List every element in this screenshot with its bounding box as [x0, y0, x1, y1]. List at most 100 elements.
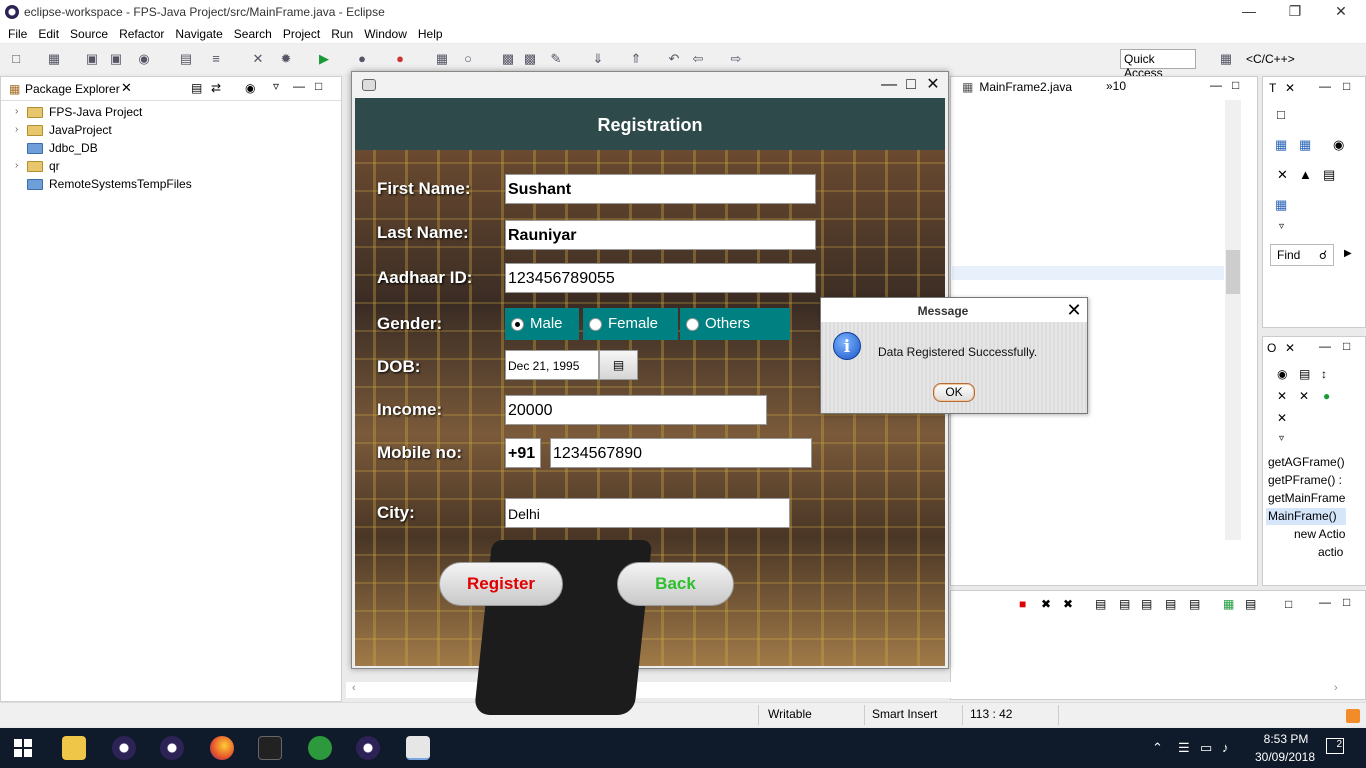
hide-fields-icon[interactable]: ◉ — [1277, 367, 1287, 381]
minimize-view-icon[interactable]: — — [1319, 339, 1331, 353]
categorized-icon[interactable]: ▦ — [1275, 137, 1287, 153]
tray-chevron-icon[interactable]: ⌃ — [1152, 740, 1163, 756]
forward-icon[interactable]: ⇨ — [728, 51, 744, 67]
quick-access-field[interactable]: Quick Access — [1120, 49, 1196, 80]
external-tools-icon[interactable]: ● — [392, 51, 408, 67]
mobile-field[interactable]: 1234567890 — [550, 438, 812, 468]
new-class-icon[interactable]: ○ — [460, 51, 476, 67]
hide-local-types-icon[interactable]: ✕ — [1277, 411, 1287, 425]
search-icon[interactable]: ✎ — [548, 51, 564, 67]
aadhaar-field[interactable]: 123456789055 — [505, 263, 816, 293]
calendar-picker-button[interactable]: ▤ — [599, 350, 638, 380]
maximize-view-icon[interactable]: □ — [1343, 339, 1350, 353]
tree-item-fps-java-project[interactable]: › FPS-Java Project — [15, 103, 142, 121]
remove-launch-icon[interactable]: ✖ — [1041, 597, 1051, 611]
tasks-icon[interactable]: ≡ — [208, 51, 224, 67]
maximize-view-icon[interactable]: □ — [315, 79, 322, 93]
first-name-field[interactable]: Sushant — [505, 174, 816, 204]
expand-arrow-icon[interactable]: › — [15, 121, 25, 139]
collapse-all-icon[interactable]: ▤ — [191, 81, 202, 95]
view-menu-icon[interactable]: ▿ — [273, 79, 279, 93]
editor-maximize-icon[interactable]: □ — [1232, 78, 1239, 92]
menu-source[interactable]: Source — [70, 27, 108, 41]
wifi-icon[interactable]: ☰ — [1178, 740, 1190, 756]
outline-item[interactable]: getMainFrame — [1268, 491, 1345, 505]
gender-female-radio[interactable]: Female — [583, 308, 678, 340]
sort-icon[interactable]: ↕ — [1321, 367, 1327, 381]
remove-all-icon[interactable]: ✖ — [1063, 597, 1073, 611]
minimize-view-icon[interactable]: — — [293, 79, 305, 93]
outline-item[interactable]: actio — [1318, 545, 1343, 559]
collapse-icon[interactable]: ▤ — [1299, 367, 1310, 381]
gender-male-radio[interactable]: Male — [505, 308, 579, 340]
minimize-view-icon[interactable]: — — [1319, 79, 1331, 93]
coverage-icon[interactable]: ● — [354, 51, 370, 67]
utorrent-icon[interactable] — [308, 736, 332, 760]
close-view-icon[interactable]: ✕ — [1285, 81, 1295, 95]
terminate-icon[interactable]: ■ — [1019, 597, 1026, 611]
hide-completed-icon[interactable]: ✕ — [1277, 167, 1288, 183]
save-icon[interactable]: ▣ — [84, 51, 100, 67]
new-console-icon[interactable]: □ — [1285, 597, 1292, 611]
cpp-perspective-button[interactable]: <C/C++> — [1246, 49, 1295, 69]
link-editor-icon[interactable]: ⇄ — [211, 81, 221, 95]
open-type-icon[interactable]: ▩ — [500, 51, 516, 67]
open-console-icon[interactable]: ▦ — [1223, 597, 1234, 611]
firefox-icon[interactable] — [210, 736, 234, 760]
tree-item-javaproject[interactable]: › JavaProject — [15, 121, 112, 139]
city-field[interactable]: Delhi — [505, 498, 790, 528]
show-console-icon[interactable]: ▤ — [1189, 597, 1200, 611]
menu-file[interactable]: File — [8, 27, 27, 41]
skip-breakpoints-icon[interactable]: ✕ — [250, 51, 266, 67]
expand-arrow-icon[interactable]: › — [15, 157, 25, 175]
file-explorer-icon[interactable] — [62, 736, 86, 760]
eclipse-taskbar-icon-3[interactable] — [356, 736, 380, 760]
close-view-icon[interactable]: ✕ — [121, 80, 132, 96]
console-icon[interactable]: ▤ — [178, 51, 194, 67]
menu-help[interactable]: Help — [418, 27, 443, 41]
find-task-field[interactable]: Find ☌ — [1270, 244, 1334, 266]
scroll-lock-icon[interactable]: ▤ — [1095, 597, 1106, 611]
reg-close-button[interactable]: ✕ — [922, 74, 944, 96]
ok-button[interactable]: OK — [933, 383, 975, 402]
tree-item-qr[interactable]: › qr — [15, 157, 60, 175]
hide-static-icon[interactable]: ✕ — [1277, 389, 1287, 403]
outline-item-selected[interactable]: MainFrame() — [1268, 509, 1337, 523]
new-icon[interactable]: □ — [8, 51, 24, 67]
editor-minimize-icon[interactable]: — — [1210, 78, 1222, 92]
hide-nonpublic-icon[interactable]: ✕ — [1299, 389, 1309, 403]
save-all-icon[interactable]: ▣ — [108, 51, 124, 67]
sync-icon[interactable]: ▦ — [1275, 197, 1287, 213]
mysql-icon[interactable] — [258, 736, 282, 760]
last-edit-icon[interactable]: ↶ — [666, 51, 682, 67]
expand-arrow-icon[interactable]: › — [15, 103, 25, 121]
tree-item-remotesystemstempfiles[interactable]: RemoteSystemsTempFiles — [15, 175, 192, 193]
run-icon[interactable]: ▶ — [316, 51, 332, 67]
collapse-tasks-icon[interactable]: ▤ — [1323, 167, 1335, 183]
word-wrap-icon[interactable]: ▤ — [1119, 597, 1130, 611]
windows-start-icon[interactable] — [14, 739, 32, 757]
scheduled-icon[interactable]: ▦ — [1299, 137, 1311, 153]
scroll-right-icon[interactable]: › — [1334, 682, 1338, 694]
close-view-icon[interactable]: ✕ — [1285, 341, 1295, 355]
volume-icon[interactable]: ♪ — [1222, 740, 1229, 755]
maximize-view-icon[interactable]: □ — [1343, 595, 1350, 609]
editor-scroll-thumb[interactable] — [1226, 250, 1240, 294]
back-icon[interactable]: ⇦ — [690, 51, 706, 67]
open-perspective-icon[interactable]: ▦ — [1218, 51, 1234, 67]
menu-navigate[interactable]: Navigate — [175, 27, 222, 41]
reg-maximize-button[interactable]: □ — [900, 74, 922, 96]
menu-project[interactable]: Project — [283, 27, 320, 41]
editor-vertical-scrollbar[interactable] — [1225, 100, 1241, 540]
gender-others-radio[interactable]: Others — [680, 308, 790, 340]
taskbar-clock-time[interactable]: 8:53 PM — [1256, 732, 1316, 746]
debug-icon[interactable]: ✹ — [278, 51, 294, 67]
menu-window[interactable]: Window — [364, 27, 407, 41]
close-button[interactable]: ✕ — [1318, 0, 1364, 24]
message-close-button[interactable]: ✕ — [1063, 299, 1085, 321]
register-button[interactable]: Register — [439, 562, 563, 606]
debug-profile-icon[interactable]: ◉ — [136, 51, 152, 67]
pin-console-icon[interactable]: ▤ — [1165, 597, 1176, 611]
menu-run[interactable]: Run — [331, 27, 353, 41]
rss-icon[interactable] — [1346, 709, 1360, 723]
